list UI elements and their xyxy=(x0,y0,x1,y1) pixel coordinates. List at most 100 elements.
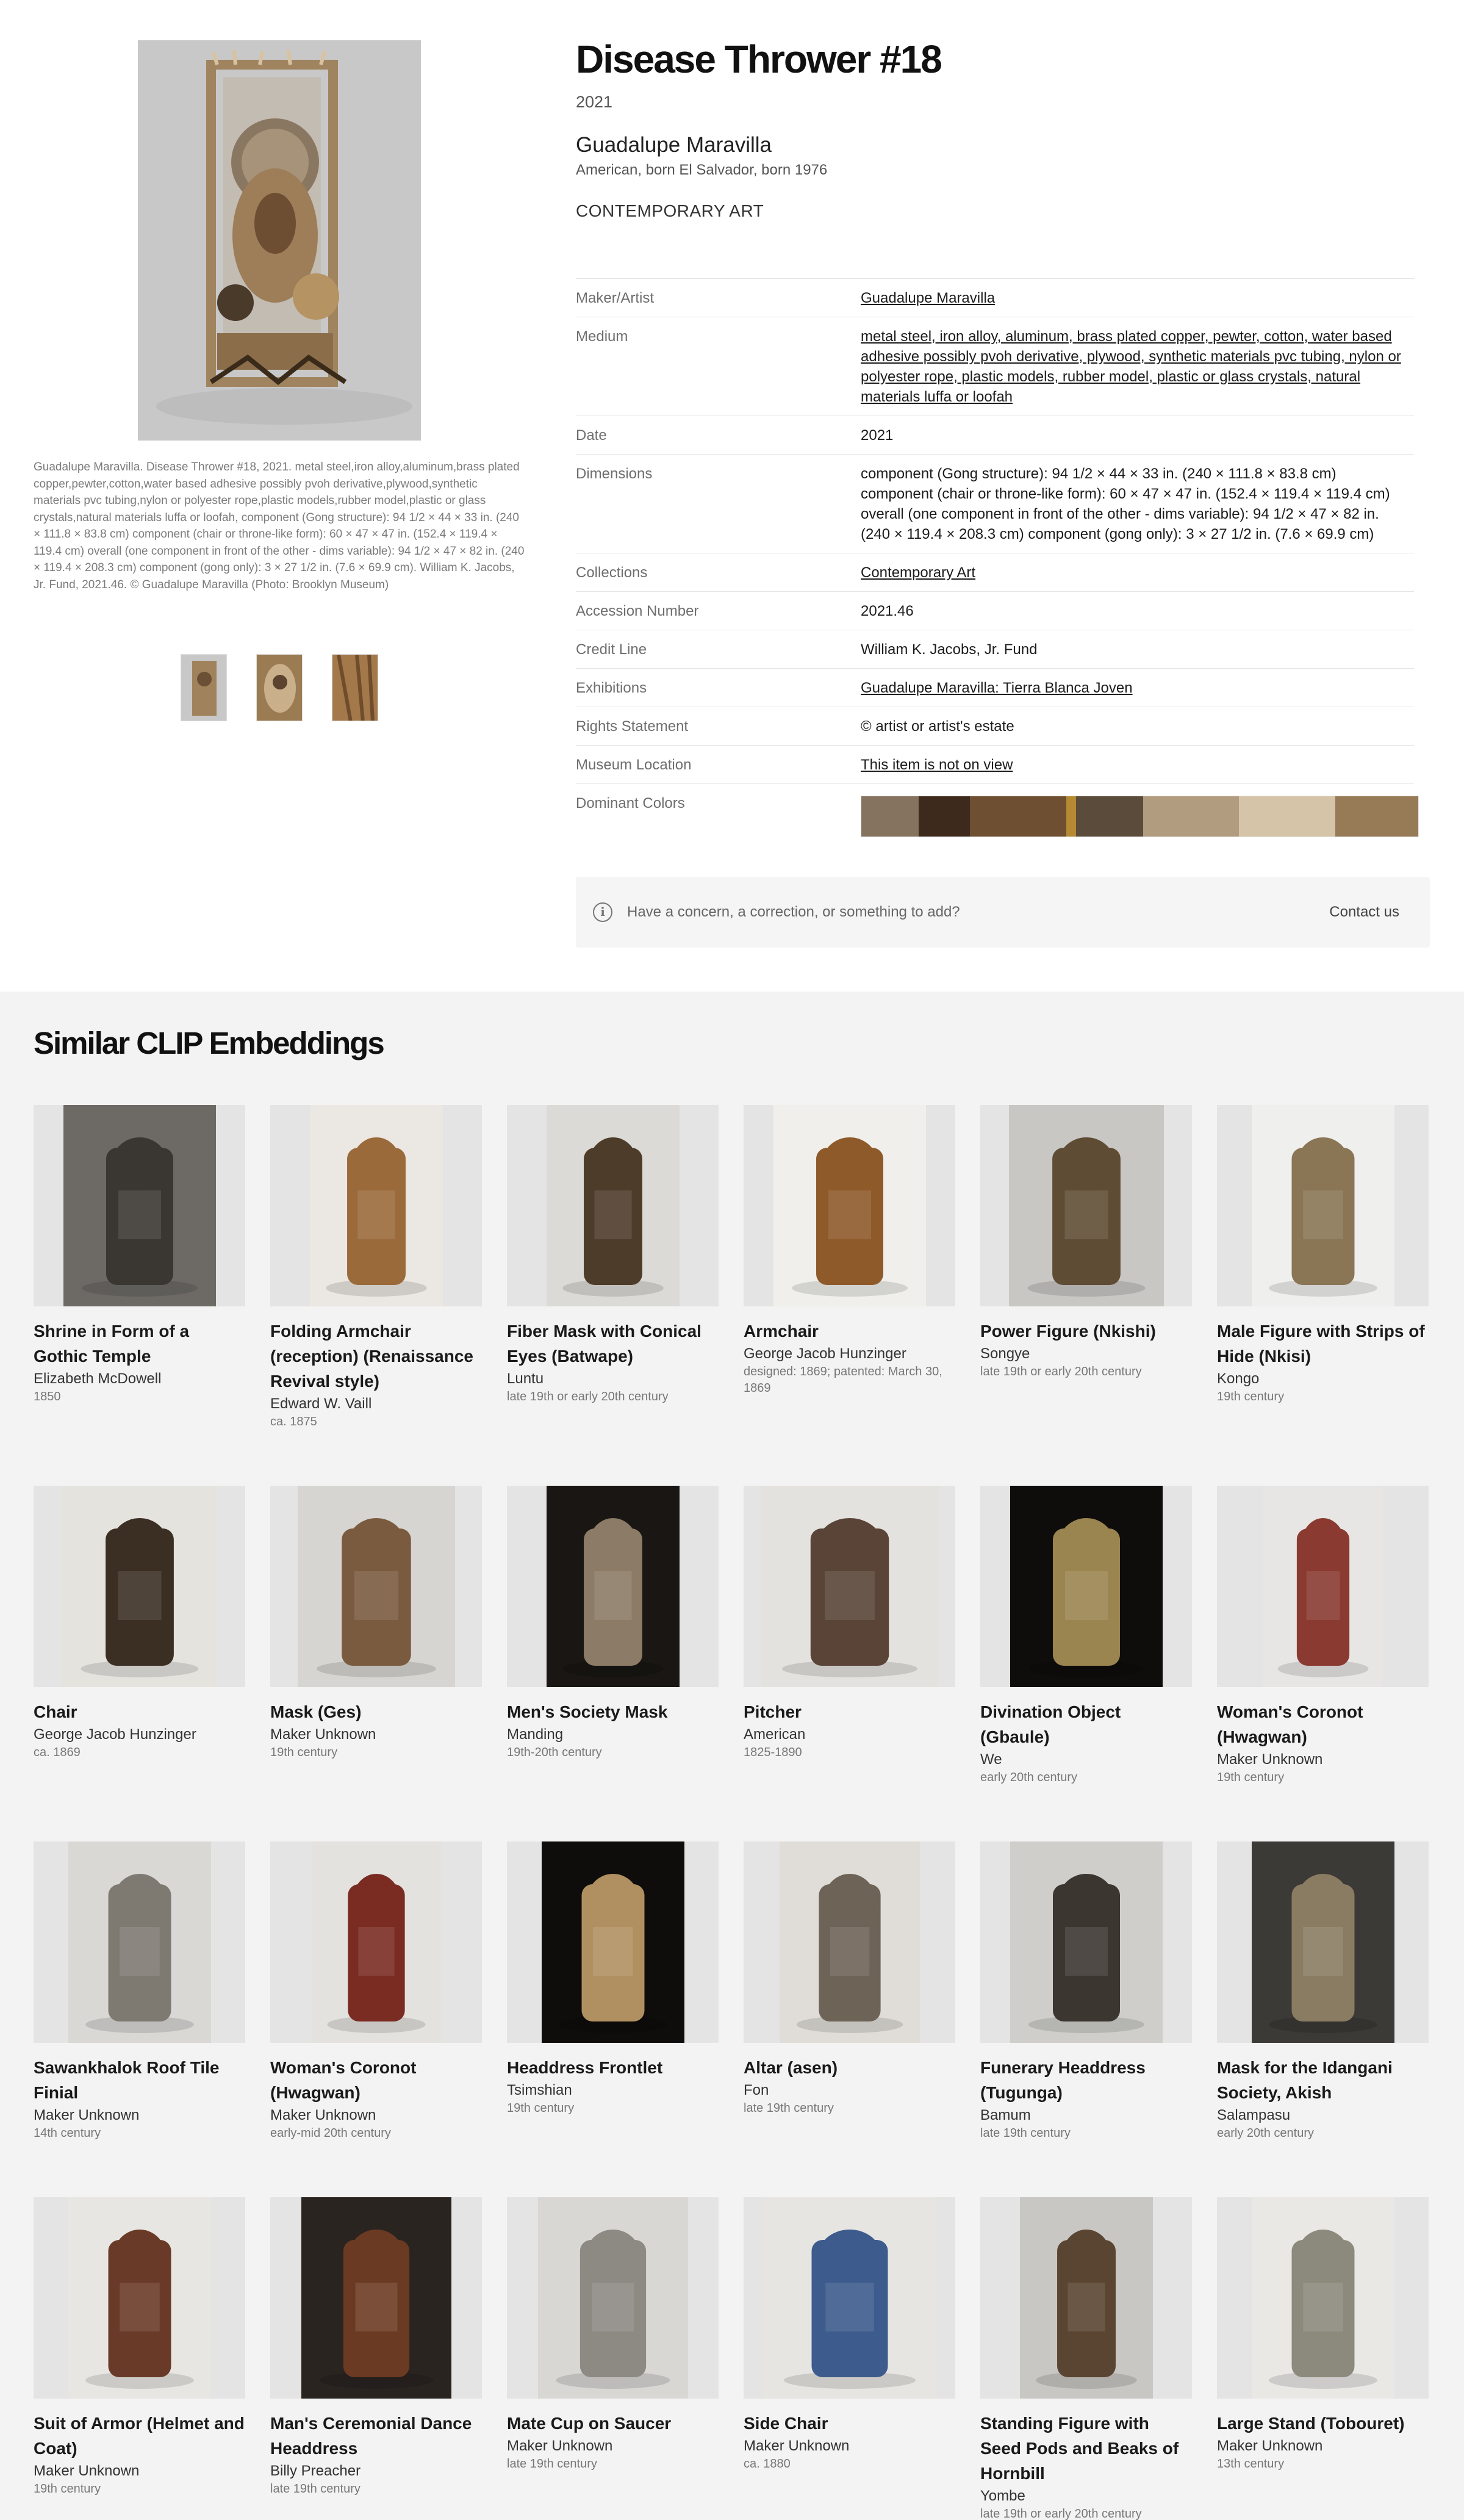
similar-card-date: 19th century xyxy=(1217,1771,1285,1784)
similar-card-image[interactable] xyxy=(744,2197,955,2399)
similar-card-image[interactable] xyxy=(1217,1105,1429,1306)
similar-card-title[interactable]: Standing Figure with Seed Pods and Beaks… xyxy=(980,2411,1192,2486)
similar-card-date: 19th century xyxy=(1217,1390,1285,1403)
artwork-caption: Guadalupe Maravilla. Disease Thrower #18… xyxy=(34,461,525,591)
similar-card[interactable]: Woman's Coronot (Hwagwan) Maker Unknown ea… xyxy=(270,1841,482,2142)
similar-card-title[interactable]: Altar (asen) xyxy=(744,2055,955,2080)
similar-card[interactable]: Woman's Coronot (Hwagwan) Maker Unknown 19… xyxy=(1217,1486,1429,1786)
similar-card-title[interactable]: Chair xyxy=(34,1699,245,1724)
color-swatch xyxy=(1143,796,1240,837)
similar-card-maker: Yombe xyxy=(980,2488,1025,2504)
similar-card-image[interactable] xyxy=(270,1486,482,1687)
similar-card-title[interactable]: Folding Armchair (reception) (Renaissanc… xyxy=(270,1319,482,1394)
similar-card[interactable]: Folding Armchair (reception) (Renaissanc… xyxy=(270,1105,482,1430)
similar-card-image[interactable] xyxy=(980,1105,1192,1306)
similar-card-title[interactable]: Shrine in Form of a Gothic Temple xyxy=(34,1319,245,1369)
similar-card-title[interactable]: Men's Society Mask xyxy=(507,1699,719,1724)
similar-card-title[interactable]: Mate Cup on Saucer xyxy=(507,2411,719,2436)
similar-card[interactable]: Mask for the Idangani Society, Akish Sala… xyxy=(1217,1841,1429,2142)
artwork-thumbnail xyxy=(537,2197,688,2399)
similar-card-title[interactable]: Fiber Mask with Conical Eyes (Batwape) xyxy=(507,1319,719,1369)
similar-card-title[interactable]: Suit of Armor (Helmet and Coat) xyxy=(34,2411,245,2461)
similar-card[interactable]: Power Figure (Nkishi) Songye late 19th or … xyxy=(980,1105,1192,1380)
similar-card-image[interactable] xyxy=(744,1841,955,2043)
similar-card-title[interactable]: Side Chair xyxy=(744,2411,955,2436)
similar-card[interactable]: Side Chair Maker Unknown ca. 1880 xyxy=(744,2197,955,2472)
similar-card-image[interactable] xyxy=(34,1105,245,1306)
similar-card-title[interactable]: Divination Object (Gbaule) xyxy=(980,1699,1192,1749)
similar-card-title[interactable]: Woman's Coronot (Hwagwan) xyxy=(270,2055,482,2105)
similar-card[interactable]: Headdress Frontlet Tsimshian 19th century xyxy=(507,1841,719,2117)
similar-card[interactable]: Mate Cup on Saucer Maker Unknown late 19th… xyxy=(507,2197,719,2472)
similar-card[interactable]: Male Figure with Strips of Hide (Nkisi) K… xyxy=(1217,1105,1429,1405)
similar-card-title[interactable]: Headdress Frontlet xyxy=(507,2055,719,2080)
color-swatch xyxy=(1066,796,1076,837)
similar-card[interactable]: Fiber Mask with Conical Eyes (Batwape) Lu… xyxy=(507,1105,719,1405)
color-swatch xyxy=(970,796,1066,837)
similar-card-image[interactable] xyxy=(744,1486,955,1687)
similar-card[interactable]: Men's Society Mask Manding 19th-20th centu… xyxy=(507,1486,719,1761)
similar-card-title[interactable]: Power Figure (Nkishi) xyxy=(980,1319,1192,1344)
similar-card[interactable]: Altar (asen) Fon late 19th century xyxy=(744,1841,955,2117)
similar-card[interactable]: Mask (Ges) Maker Unknown 19th century xyxy=(270,1486,482,1761)
similar-card-image[interactable] xyxy=(980,1841,1192,2043)
similar-card-image[interactable] xyxy=(1217,2197,1429,2399)
similar-card-image[interactable] xyxy=(270,1841,482,2043)
similar-card-title[interactable]: Sawankhalok Roof Tile Finial xyxy=(34,2055,245,2105)
details-value-link[interactable]: Guadalupe Maravilla xyxy=(861,288,1410,308)
thumbnail-1[interactable] xyxy=(181,654,227,721)
similar-card-title[interactable]: Armchair xyxy=(744,1319,955,1344)
similar-card-title[interactable]: Pitcher xyxy=(744,1699,955,1724)
similar-card-title[interactable]: Mask (Ges) xyxy=(270,1699,482,1724)
artwork-thumbnail xyxy=(1008,1105,1164,1306)
similar-card-image[interactable] xyxy=(507,1841,719,2043)
similar-card-title[interactable]: Man's Ceremonial Dance Headdress xyxy=(270,2411,482,2461)
similar-card[interactable]: Divination Object (Gbaule) We early 20th c… xyxy=(980,1486,1192,1786)
thumbnail-2[interactable] xyxy=(256,654,303,721)
similar-card[interactable]: Sawankhalok Roof Tile Finial Maker Unknow… xyxy=(34,1841,245,2142)
artist-name[interactable]: Guadalupe Maravilla xyxy=(576,133,772,157)
similar-card-image[interactable] xyxy=(270,1105,482,1306)
similar-card-title[interactable]: Mask for the Idangani Society, Akish xyxy=(1217,2055,1429,2105)
similar-card-image[interactable] xyxy=(34,1841,245,2043)
similar-card-image[interactable] xyxy=(270,2197,482,2399)
similar-card[interactable]: Armchair George Jacob Hunzinger designed: … xyxy=(744,1105,955,1397)
details-value-link[interactable]: This item is not on view xyxy=(861,755,1410,775)
similar-card-maker: Maker Unknown xyxy=(270,1726,376,1743)
similar-card[interactable]: Funerary Headdress (Tugunga) Bamum late 19… xyxy=(980,1841,1192,2142)
similar-card-title[interactable]: Male Figure with Strips of Hide (Nkisi) xyxy=(1217,1319,1429,1369)
details-key: Medium xyxy=(576,328,628,345)
contact-us-link[interactable]: Contact us xyxy=(1329,904,1399,921)
similar-card[interactable]: Pitcher American 1825-1890 xyxy=(744,1486,955,1761)
details-value-link[interactable]: Contemporary Art xyxy=(861,563,1410,583)
similar-card-image[interactable] xyxy=(34,1486,245,1687)
similar-card[interactable]: Large Stand (Tobouret) Maker Unknown 13th … xyxy=(1217,2197,1429,2472)
artwork-thumbnail xyxy=(68,2197,211,2399)
similar-card-title[interactable]: Funerary Headdress (Tugunga) xyxy=(980,2055,1192,2105)
similar-card-image[interactable] xyxy=(980,2197,1192,2399)
color-swatch xyxy=(919,796,971,837)
similar-card-image[interactable] xyxy=(980,1486,1192,1687)
thumbnail-3[interactable] xyxy=(332,654,378,721)
similar-card-image[interactable] xyxy=(744,1105,955,1306)
similar-card[interactable]: Chair George Jacob Hunzinger ca. 1869 xyxy=(34,1486,245,1761)
similar-card[interactable]: Suit of Armor (Helmet and Coat) Maker Unk… xyxy=(34,2197,245,2497)
similar-card-image[interactable] xyxy=(507,2197,719,2399)
details-value-link[interactable]: metal steel, iron alloy, aluminum, brass… xyxy=(861,326,1410,407)
similar-card-image[interactable] xyxy=(507,1486,719,1687)
similar-card-title[interactable]: Large Stand (Tobouret) xyxy=(1217,2411,1429,2436)
similar-card-image[interactable] xyxy=(1217,1486,1429,1687)
similar-card-title[interactable]: Woman's Coronot (Hwagwan) xyxy=(1217,1699,1429,1749)
artwork-main-image[interactable] xyxy=(138,40,421,441)
details-row-collections: Collections Contemporary Art xyxy=(576,553,1414,592)
similar-card[interactable]: Man's Ceremonial Dance Headdress Billy Pr… xyxy=(270,2197,482,2497)
similar-card-image[interactable] xyxy=(1217,1841,1429,2043)
similar-card[interactable]: Standing Figure with Seed Pods and Beaks… xyxy=(980,2197,1192,2520)
artwork-thumbnail xyxy=(1019,2197,1153,2399)
similar-card-image[interactable] xyxy=(507,1105,719,1306)
details-value-link[interactable]: Guadalupe Maravilla: Tierra Blanca Joven xyxy=(861,678,1410,698)
artwork-year: 2021 xyxy=(576,93,613,111)
details-row-credit: Credit Line William K. Jacobs, Jr. Fund xyxy=(576,630,1414,669)
similar-card-image[interactable] xyxy=(34,2197,245,2399)
similar-card[interactable]: Shrine in Form of a Gothic Temple Elizabe… xyxy=(34,1105,245,1405)
